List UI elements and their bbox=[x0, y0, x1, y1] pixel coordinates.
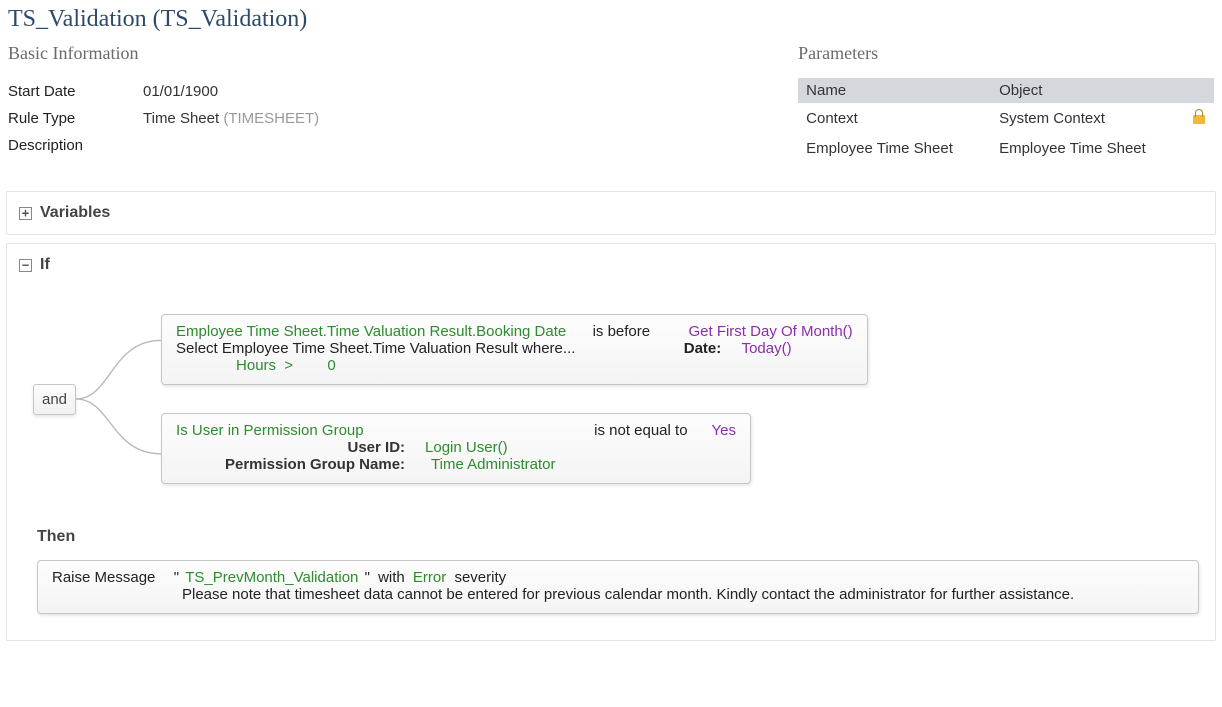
and-layout: and Employee Time Sheet.Time Valuation R… bbox=[33, 314, 1203, 484]
basic-info-heading: Basic Information bbox=[8, 43, 798, 64]
param-object-cell: System Context bbox=[991, 103, 1184, 134]
variables-header: + Variables bbox=[19, 204, 1203, 222]
cond1-filter-value: 0 bbox=[327, 357, 335, 374]
cond2-pgroup-label: Permission Group Name: bbox=[176, 456, 411, 473]
param-name-cell: Employee Time Sheet bbox=[798, 134, 991, 163]
start-date-label: Start Date bbox=[8, 83, 143, 100]
raise-msg-name: TS_PrevMonth_Validation bbox=[185, 569, 358, 586]
cond2-operator: is not equal to bbox=[594, 422, 687, 439]
rule-type-value: Time Sheet (TIMESHEET) bbox=[143, 110, 319, 127]
raise-quote-open: " bbox=[174, 569, 179, 586]
cond1-date-label: Date: bbox=[684, 340, 722, 357]
rule-type-code: (TIMESHEET) bbox=[223, 110, 319, 127]
raise-with: with bbox=[378, 569, 405, 586]
raise-quote-close: " bbox=[365, 569, 370, 586]
cond2-userid-value: Login User() bbox=[411, 439, 508, 456]
parameters-col: Parameters Name Object Context System Co… bbox=[798, 43, 1214, 163]
rule-type-text: Time Sheet bbox=[143, 110, 219, 127]
param-lock-cell bbox=[1184, 103, 1214, 134]
param-col-name: Name bbox=[798, 78, 991, 103]
variables-panel: + Variables bbox=[6, 191, 1216, 235]
rule-type-label: Rule Type bbox=[8, 110, 143, 127]
cond1-filter-op: > bbox=[284, 357, 293, 374]
parameters-heading: Parameters bbox=[798, 43, 1214, 64]
description-row: Description bbox=[8, 132, 798, 159]
cond1-select-text: Select Employee Time Sheet.Time Valuatio… bbox=[176, 340, 575, 357]
raise-detail: Please note that timesheet data cannot b… bbox=[52, 586, 1184, 603]
cond2-userid-label: User ID: bbox=[176, 439, 411, 456]
cond2-value: Yes bbox=[712, 422, 736, 439]
raise-prefix: Raise Message bbox=[52, 569, 155, 586]
param-row: Employee Time Sheet Employee Time Sheet bbox=[798, 134, 1214, 163]
param-object-cell: Employee Time Sheet bbox=[991, 134, 1184, 163]
start-date-row: Start Date 01/01/1900 bbox=[8, 78, 798, 105]
page-title: TS_Validation (TS_Validation) bbox=[0, 0, 1222, 43]
parameters-table: Name Object Context System Context Emplo… bbox=[798, 78, 1214, 163]
cond1-field: Employee Time Sheet.Time Valuation Resul… bbox=[176, 323, 566, 340]
param-row: Context System Context bbox=[798, 103, 1214, 134]
param-col-lock bbox=[1184, 78, 1214, 103]
param-lock-cell bbox=[1184, 134, 1214, 163]
raise-severity: Error bbox=[413, 569, 446, 586]
top-info-section: Basic Information Start Date 01/01/1900 … bbox=[0, 43, 1222, 187]
raise-severity-word: severity bbox=[454, 569, 506, 586]
collapse-if-button[interactable]: − bbox=[19, 259, 32, 272]
then-heading: Then bbox=[37, 528, 1203, 546]
cond1-filter-field: Hours bbox=[236, 357, 276, 374]
condition-card-2[interactable]: Is User in Permission Group is not equal… bbox=[161, 413, 751, 484]
cond2-pgroup-value: Time Administrator bbox=[411, 456, 555, 473]
if-panel: − If and Employee Time Sheet.Time Valuat… bbox=[6, 243, 1216, 641]
cond1-func: Get First Day Of Month() bbox=[688, 323, 852, 340]
variables-heading: Variables bbox=[40, 204, 110, 222]
rule-type-row: Rule Type Time Sheet (TIMESHEET) bbox=[8, 105, 798, 132]
conditions-col: Employee Time Sheet.Time Valuation Resul… bbox=[161, 314, 868, 484]
and-chip[interactable]: and bbox=[33, 384, 76, 415]
start-date-value: 01/01/1900 bbox=[143, 83, 218, 100]
basic-info-col: Basic Information Start Date 01/01/1900 … bbox=[8, 43, 798, 163]
condition-card-1[interactable]: Employee Time Sheet.Time Valuation Resul… bbox=[161, 314, 868, 385]
lock-icon bbox=[1192, 109, 1206, 124]
connector-lines bbox=[76, 314, 161, 484]
description-label: Description bbox=[8, 137, 143, 154]
if-body: and Employee Time Sheet.Time Valuation R… bbox=[19, 314, 1203, 484]
cond1-operator: is before bbox=[593, 323, 651, 340]
raise-message-card[interactable]: Raise Message " TS_PrevMonth_Validation … bbox=[37, 560, 1199, 614]
param-col-object: Object bbox=[991, 78, 1184, 103]
if-heading: If bbox=[40, 256, 50, 274]
expand-variables-button[interactable]: + bbox=[19, 207, 32, 220]
param-name-cell: Context bbox=[798, 103, 991, 134]
cond2-func: Is User in Permission Group bbox=[176, 422, 364, 439]
if-header: − If bbox=[19, 256, 1203, 274]
cond1-date-value: Today() bbox=[742, 340, 792, 357]
